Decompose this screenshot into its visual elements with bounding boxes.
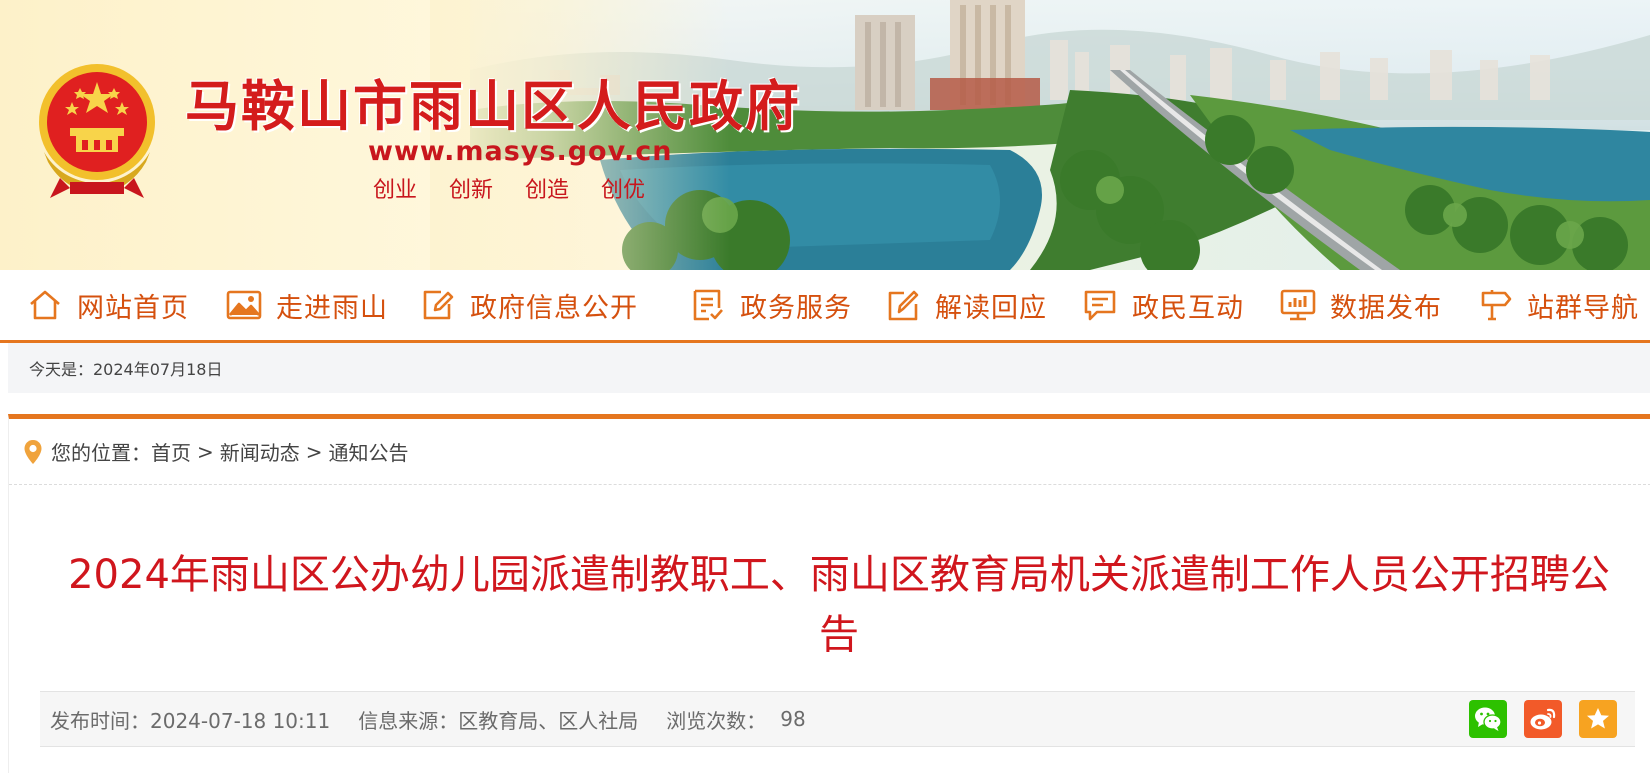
nav-label-about: 走进雨山: [276, 292, 388, 324]
national-emblem-icon: [39, 64, 155, 198]
slogan-2: 创新: [449, 178, 494, 203]
nav-label-site-group: 站群导航: [1527, 292, 1639, 324]
star-icon: [1587, 708, 1609, 729]
article-panel: 您的位置： 首页 > 新闻动态 > 通知公告 2024年雨山区公办幼儿园派遣制教…: [8, 414, 1650, 773]
slogans: 创业 创新 创造 创优: [373, 172, 645, 204]
nav-item-home[interactable]: 网站首页: [27, 270, 189, 340]
main-nav: 网站首页 走进雨山 政府信息公开 政务服务 解读回应 政民互动 数据发布 站群导…: [0, 270, 1650, 343]
breadcrumb-divider: [9, 484, 1650, 485]
nav-label-interaction: 政民互动: [1132, 292, 1244, 324]
header-banner: 马鞍山市雨山区人民政府 www.masys.gov.cn 创业 创新 创造 创优: [0, 0, 1650, 270]
breadcrumb-separator: >: [305, 439, 323, 464]
nav-item-interaction[interactable]: 政民互动: [1082, 270, 1244, 340]
wechat-icon: [1475, 707, 1502, 731]
breadcrumb: 您的位置： 首页 > 新闻动态 > 通知公告: [23, 419, 409, 484]
edit-square-icon: [885, 287, 921, 323]
weibo-share-button[interactable]: [1524, 700, 1562, 738]
favorite-button[interactable]: [1579, 700, 1617, 738]
breadcrumb-notices[interactable]: 通知公告: [329, 437, 409, 466]
publish-time: 发布时间：2024-07-18 10:11: [50, 708, 331, 733]
site-title: 马鞍山市雨山区人民政府: [185, 75, 801, 138]
weibo-icon: [1530, 708, 1556, 730]
nav-item-interpretation[interactable]: 解读回应: [885, 270, 1047, 340]
views-count: 98: [780, 707, 806, 731]
nav-item-site-group[interactable]: 站群导航: [1477, 270, 1639, 340]
slogan-3: 创造: [525, 178, 570, 203]
breadcrumb-news[interactable]: 新闻动态: [220, 437, 300, 466]
monitor-chart-icon: [1280, 287, 1316, 323]
nav-label-services: 政务服务: [740, 292, 852, 324]
site-url: www.masys.gov.cn: [368, 136, 673, 167]
page: 马鞍山市雨山区人民政府 www.masys.gov.cn 创业 创新 创造 创优…: [0, 0, 1650, 773]
breadcrumb-prefix: 您的位置：: [51, 441, 151, 465]
home-icon: [27, 287, 63, 323]
picture-icon: [226, 287, 262, 323]
today-date: 今天是：2024年07月18日: [29, 360, 223, 379]
wechat-share-button[interactable]: [1469, 700, 1507, 738]
signpost-icon: [1477, 287, 1513, 323]
nav-label-gov-info: 政府信息公开: [470, 292, 638, 324]
edit-icon: [420, 287, 456, 323]
date-bar: 今天是：2024年07月18日: [8, 343, 1650, 393]
document-check-icon: [690, 287, 726, 323]
breadcrumb-home[interactable]: 首页: [151, 437, 191, 466]
nav-label-data: 数据发布: [1330, 292, 1442, 324]
share-buttons: [1469, 700, 1617, 738]
nav-item-about[interactable]: 走进雨山: [226, 270, 388, 340]
nav-label-interpretation: 解读回应: [935, 292, 1047, 324]
views-label: 浏览次数：: [666, 708, 767, 733]
nav-item-gov-info[interactable]: 政府信息公开: [420, 270, 638, 340]
slogan-1: 创业: [373, 178, 418, 203]
article-title: 2024年雨山区公办幼儿园派遣制教职工、雨山区教育局机关派遣制工作人员公开招聘公…: [68, 552, 1610, 658]
info-source: 信息来源：区教育局、区人社局: [358, 708, 639, 733]
slogan-4: 创优: [601, 178, 646, 203]
nav-item-services[interactable]: 政务服务: [690, 270, 852, 340]
nav-item-data[interactable]: 数据发布: [1280, 270, 1442, 340]
nav-label-home: 网站首页: [77, 292, 189, 324]
breadcrumb-separator: >: [197, 439, 214, 464]
article-meta-bar: 发布时间：2024-07-18 10:11 信息来源：区教育局、区人社局 浏览次…: [40, 691, 1635, 747]
location-pin-icon: [24, 439, 42, 464]
chat-icon: [1082, 287, 1118, 323]
